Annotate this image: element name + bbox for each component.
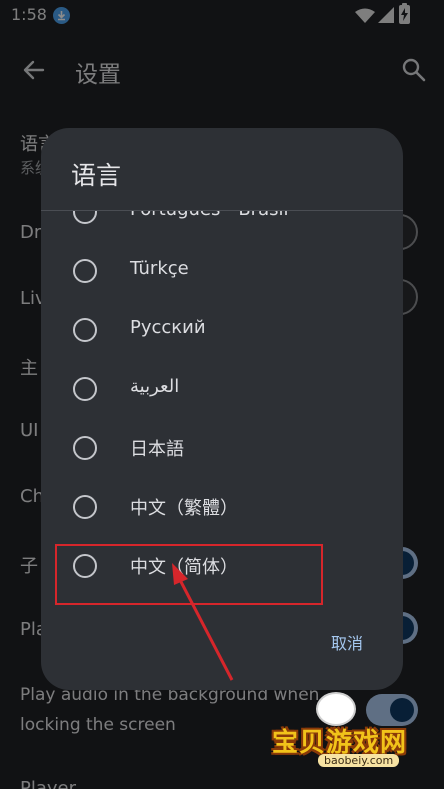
language-option[interactable]: العربية — [41, 360, 403, 419]
cancel-button[interactable]: 取消 — [309, 628, 385, 660]
option-label: Português - Brasil — [130, 211, 288, 220]
radio-button[interactable] — [73, 259, 97, 283]
radio-button[interactable] — [73, 377, 97, 401]
watermark-logo-icon — [316, 692, 356, 726]
option-label: Türkçe — [130, 258, 189, 279]
language-option[interactable]: 中文（繁體） — [41, 478, 403, 537]
option-label: العربية — [130, 376, 180, 397]
radio-button[interactable] — [73, 211, 97, 224]
language-option[interactable]: Türkçe — [41, 242, 403, 301]
dialog-title: 语言 — [71, 161, 122, 190]
radio-button[interactable] — [73, 318, 97, 342]
watermark-url: baobeiy.com — [318, 754, 400, 767]
annotation-arrow-icon — [172, 563, 234, 681]
watermark: 宝贝游戏网 baobeiy.com — [264, 690, 444, 789]
radio-button[interactable] — [73, 436, 97, 460]
language-option[interactable]: 日本語 — [41, 419, 403, 478]
option-label: 日本語 — [130, 439, 184, 460]
radio-button[interactable] — [73, 495, 97, 519]
option-label: Русский — [130, 317, 206, 338]
language-option[interactable]: Português - Brasil — [41, 211, 403, 242]
option-label: 中文（繁體） — [130, 498, 238, 519]
language-option[interactable]: Русский — [41, 301, 403, 360]
